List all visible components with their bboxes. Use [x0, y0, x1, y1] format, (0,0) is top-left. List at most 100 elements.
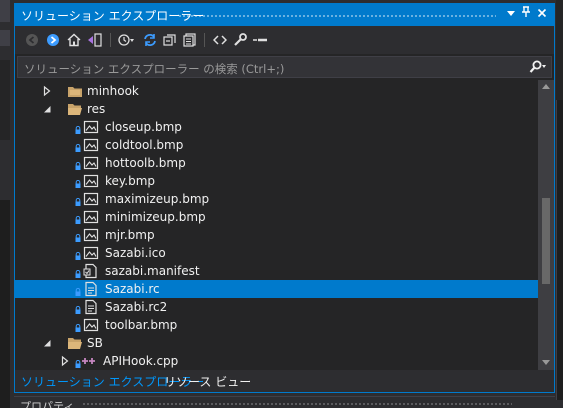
source-control-lock-icon	[75, 141, 81, 152]
forward-icon[interactable]	[44, 31, 62, 49]
tree-item[interactable]: APIHook.cpp	[15, 352, 538, 370]
tree-item-label: APIHook.cpp	[103, 354, 179, 368]
tree-item-label: minhook	[87, 84, 139, 98]
tree-item-label: res	[87, 102, 106, 116]
panel-tab-strip: ソリューション エクスプローラー リソース ビュー	[15, 370, 554, 392]
dropdown-arrow-icon[interactable]	[503, 6, 519, 24]
titlebar-grip	[82, 402, 512, 406]
manifest-file-icon	[83, 263, 99, 279]
tree-item[interactable]: minimizeup.bmp	[15, 208, 538, 226]
tree-item[interactable]: res	[15, 100, 538, 118]
folder-open-icon	[67, 101, 83, 117]
vertical-scrollbar[interactable]	[538, 80, 554, 370]
image-file-icon	[83, 137, 99, 153]
tree-item-label: minimizeup.bmp	[105, 210, 206, 224]
toolbar-separator	[110, 33, 111, 47]
titlebar-grip	[178, 14, 496, 18]
right-edge-block	[556, 100, 563, 400]
image-file-icon	[83, 227, 99, 243]
tree-item-label: Sazabi.ico	[105, 246, 166, 260]
left-edge-block	[0, 200, 10, 408]
tree-item-label: key.bmp	[105, 174, 156, 188]
pending-changes-filter-icon[interactable]	[117, 31, 135, 49]
tree-item-label: hottoolb.bmp	[105, 156, 186, 170]
folder-open-icon	[67, 335, 83, 351]
resource-file-icon	[83, 281, 99, 297]
expanded-arrow-icon[interactable]	[41, 103, 53, 115]
expanded-arrow-icon[interactable]	[41, 337, 53, 349]
left-edge-block	[0, 30, 10, 46]
tree-item[interactable]: maximizeup.bmp	[15, 190, 538, 208]
cpp-file-icon	[81, 353, 97, 369]
tree-item[interactable]: Sazabi.rc	[15, 280, 538, 298]
collapsed-arrow-icon[interactable]	[59, 355, 71, 367]
tree-item-label: maximizeup.bmp	[105, 192, 210, 206]
image-file-icon	[83, 209, 99, 225]
right-ide-edge	[556, 0, 563, 408]
resource-file-icon	[83, 299, 99, 315]
tree-item[interactable]: Sazabi.ico	[15, 244, 538, 262]
source-control-lock-icon	[75, 321, 81, 332]
source-control-lock-icon	[75, 285, 81, 296]
tree-item-label: toolbar.bmp	[105, 318, 178, 332]
source-control-lock-icon	[75, 267, 81, 278]
image-file-icon	[83, 191, 99, 207]
tab-resource-view[interactable]: リソース ビュー	[164, 370, 251, 392]
collapse-all-icon[interactable]	[161, 31, 179, 49]
solution-explorer-panel: ソリューション エクスプローラー ソリューション エクスプローラー の検索 (C…	[14, 3, 555, 393]
home-icon[interactable]	[65, 31, 83, 49]
show-all-files-icon[interactable]	[181, 31, 199, 49]
properties-panel-titlebar[interactable]: プロパティ	[14, 396, 555, 408]
tree-item[interactable]: Sazabi.rc2	[15, 298, 538, 316]
tree-item-label: Sazabi.rc2	[105, 300, 168, 314]
view-code-icon[interactable]	[211, 31, 229, 49]
scroll-up-arrow-icon[interactable]	[542, 84, 550, 89]
properties-wrench-icon[interactable]	[231, 31, 249, 49]
tree-item[interactable]: minhook	[15, 82, 538, 100]
source-control-lock-icon	[75, 249, 81, 260]
scroll-down-arrow-icon[interactable]	[542, 360, 550, 365]
search-icon[interactable]	[529, 60, 546, 74]
left-ide-edge	[0, 0, 10, 408]
image-file-icon	[83, 155, 99, 171]
source-control-lock-icon	[75, 159, 81, 170]
tree-item-label: sazabi.manifest	[105, 264, 200, 278]
properties-panel-title: プロパティ	[20, 400, 75, 408]
image-file-icon	[83, 245, 99, 261]
image-file-icon	[83, 317, 99, 333]
image-file-icon	[83, 119, 99, 135]
panel-titlebar[interactable]: ソリューション エクスプローラー	[15, 4, 554, 26]
source-control-lock-icon	[75, 195, 81, 206]
sync-icon[interactable]	[141, 31, 159, 49]
tree-item-label: SB	[87, 336, 103, 350]
scrollbar-thumb[interactable]	[542, 198, 550, 284]
tree-item[interactable]: closeup.bmp	[15, 118, 538, 136]
right-edge-block	[556, 0, 563, 100]
switch-view-icon[interactable]	[86, 31, 104, 49]
close-icon[interactable]	[534, 6, 550, 24]
tree-item-label: closeup.bmp	[105, 120, 182, 134]
back-icon[interactable]	[23, 31, 41, 49]
toolbar-separator	[204, 33, 205, 47]
left-edge-block	[0, 60, 10, 140]
tree-item[interactable]: toolbar.bmp	[15, 316, 538, 334]
source-control-lock-icon	[75, 177, 81, 188]
tree-item[interactable]: SB	[15, 334, 538, 352]
search-input[interactable]: ソリューション エクスプローラー の検索 (Ctrl+;)	[17, 56, 552, 78]
tree-item[interactable]: mjr.bmp	[15, 226, 538, 244]
pin-icon[interactable]	[518, 6, 534, 24]
preview-selected-items-icon[interactable]	[251, 31, 269, 49]
folder-icon	[67, 83, 83, 99]
tree-item-label: coldtool.bmp	[105, 138, 184, 152]
tree-item[interactable]: coldtool.bmp	[15, 136, 538, 154]
tree-item[interactable]: key.bmp	[15, 172, 538, 190]
source-control-lock-icon	[75, 123, 81, 134]
tree-item[interactable]: sazabi.manifest	[15, 262, 538, 280]
tree-item[interactable]: hottoolb.bmp	[15, 154, 538, 172]
collapsed-arrow-icon[interactable]	[41, 85, 53, 97]
panel-toolbar	[15, 26, 554, 54]
search-placeholder: ソリューション エクスプローラー の検索 (Ctrl+;)	[24, 62, 285, 76]
source-control-lock-icon	[75, 303, 81, 314]
solution-tree: minhook res closeup.bmp coldtool.bmp hottool…	[15, 80, 538, 370]
left-edge-block	[0, 0, 10, 22]
